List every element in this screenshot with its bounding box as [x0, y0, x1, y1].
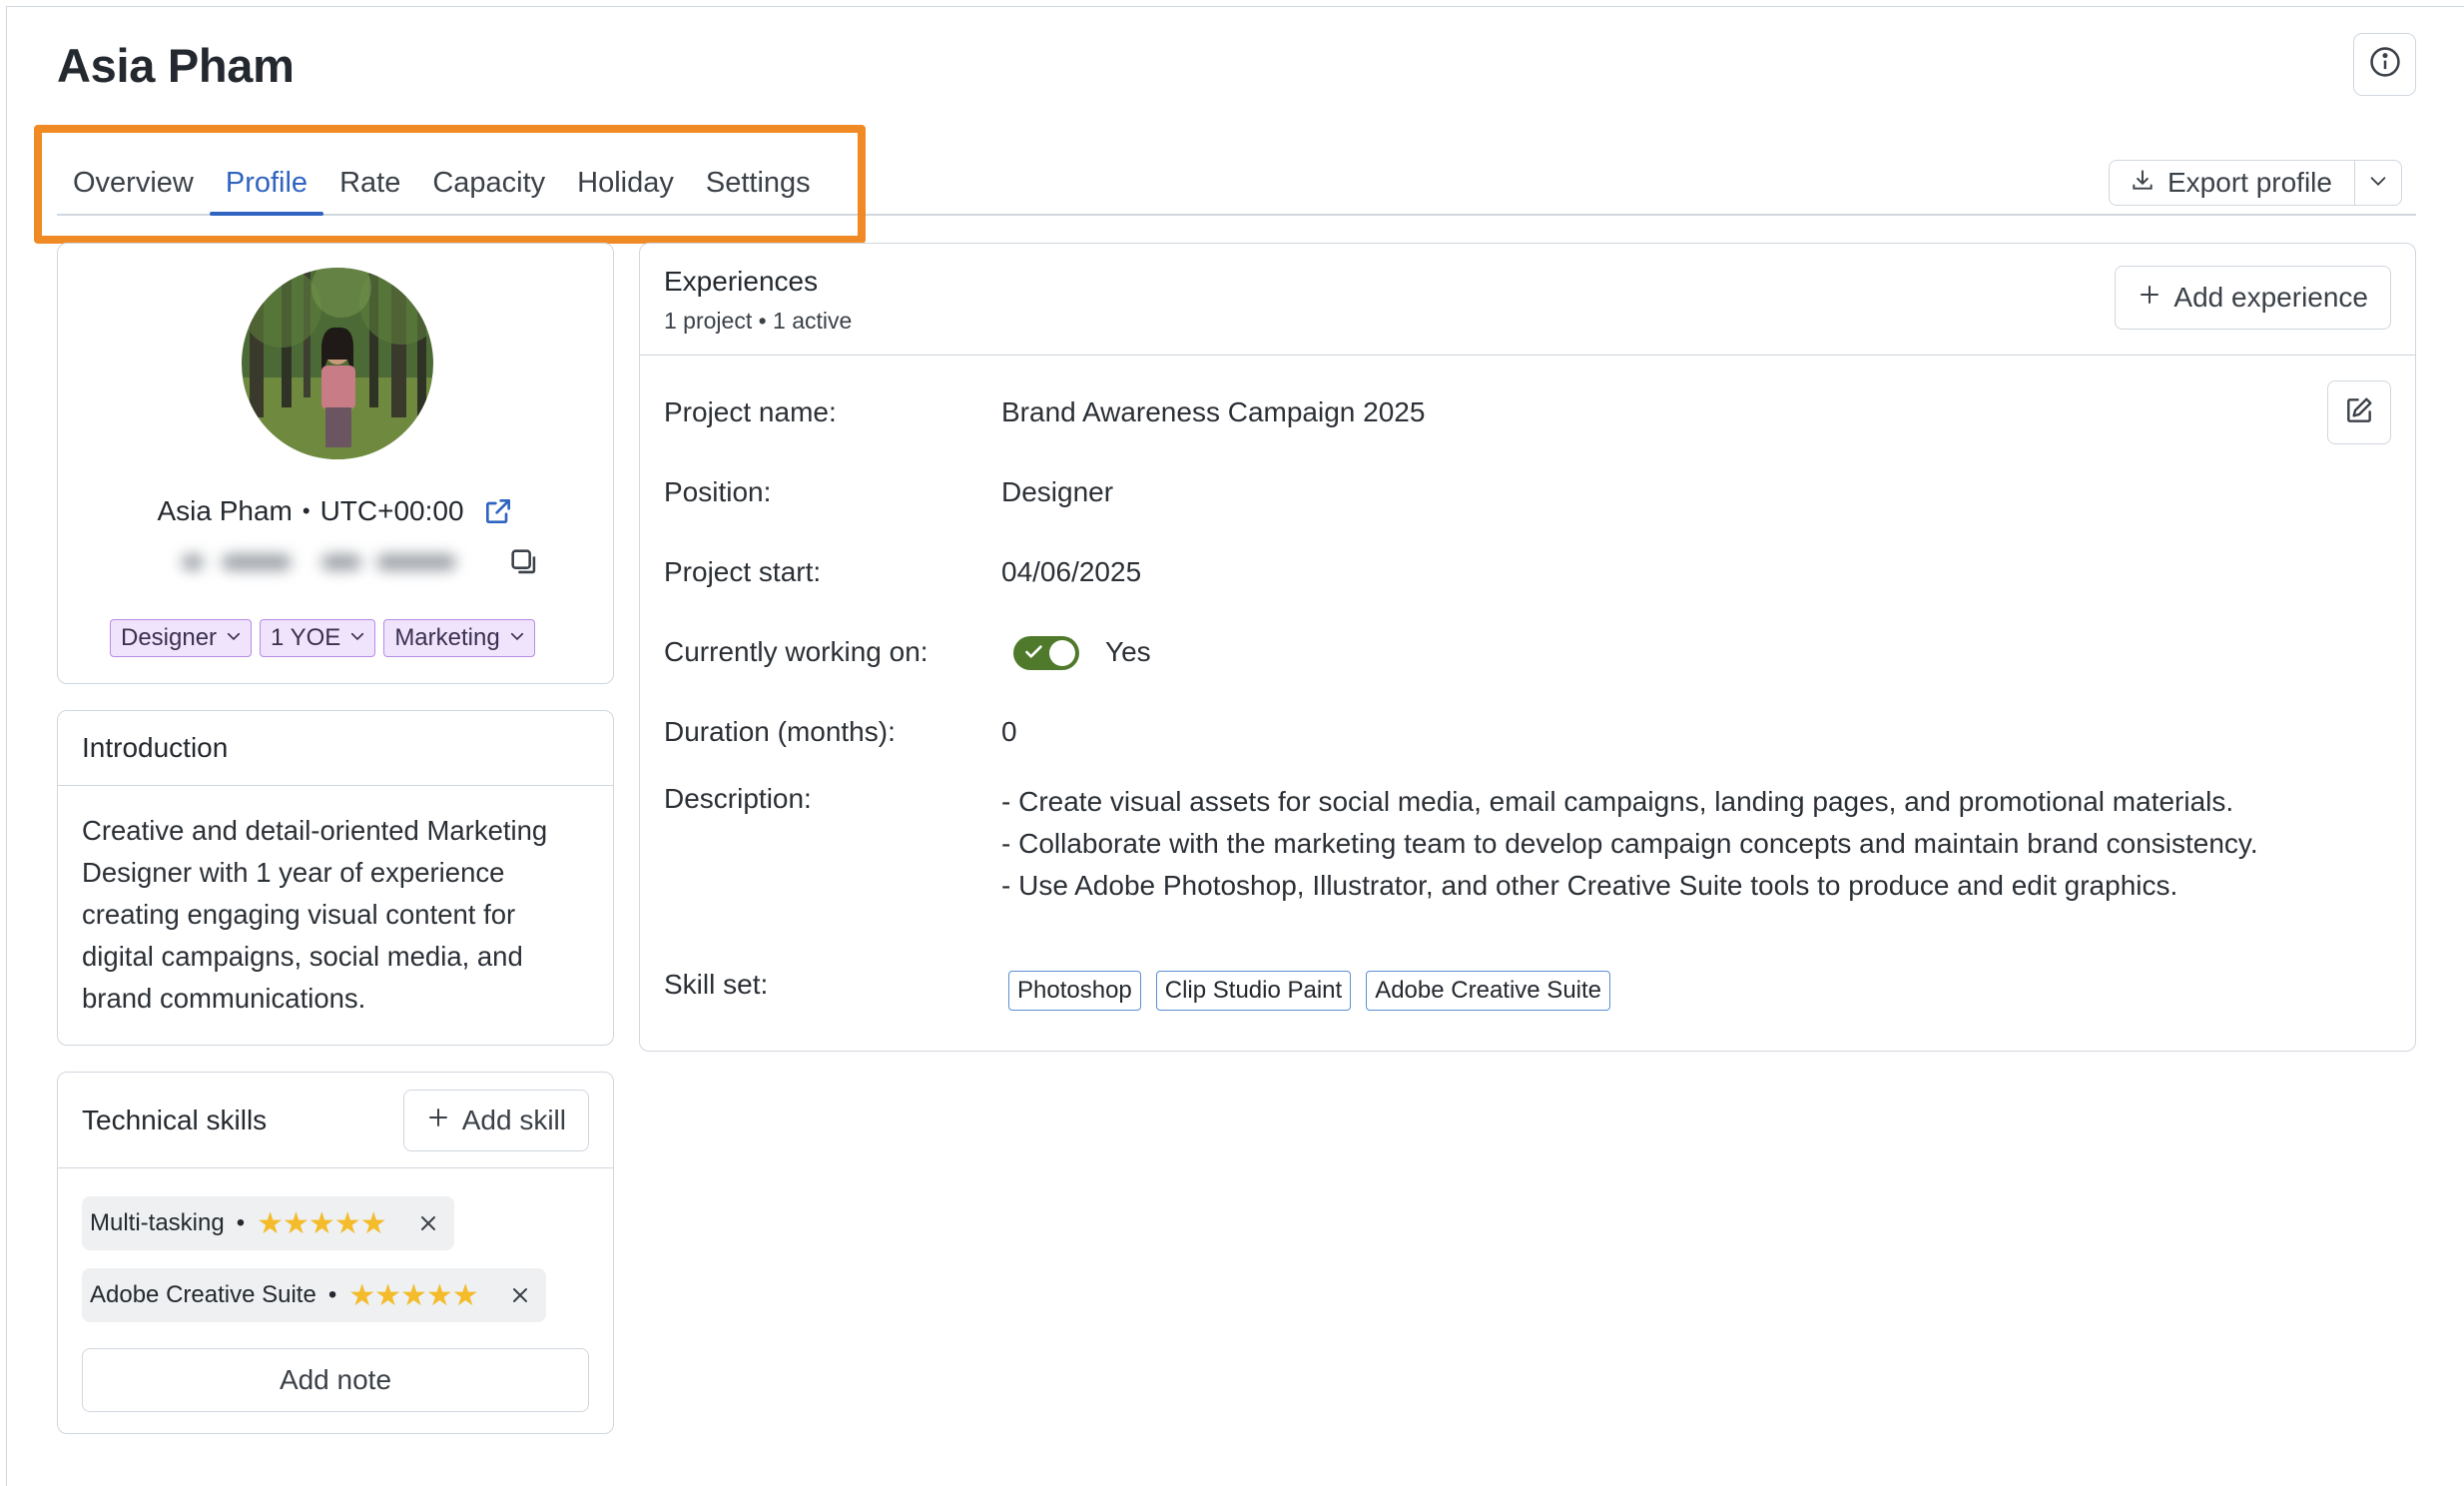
tabs-highlight-box [34, 125, 866, 244]
duration-value: 0 [1001, 716, 1017, 747]
info-button[interactable] [2353, 33, 2416, 96]
export-profile-label: Export profile [2167, 167, 2332, 198]
currently-working-label: Currently working on: [664, 636, 928, 667]
technical-skills-heading: Technical skills [82, 1104, 268, 1135]
profile-tags: Designer 1 YOE Marketing [110, 619, 535, 657]
copy-icon[interactable] [507, 545, 541, 584]
export-options-button[interactable] [2355, 161, 2401, 205]
introduction-heading: Introduction [58, 711, 613, 786]
skill-name: Multi-tasking [90, 1209, 225, 1236]
plus-icon [2138, 282, 2161, 314]
add-skill-label: Add skill [461, 1104, 566, 1135]
skill-separator: • [327, 1281, 337, 1308]
technical-skills-header: Technical skills Add skill [58, 1073, 613, 1168]
experiences-heading: Experiences [664, 266, 819, 297]
skill-set-label: Skill set: [664, 969, 769, 1000]
edit-icon [2343, 394, 2375, 431]
position-value: Designer [1001, 476, 1114, 507]
add-experience-label: Add experience [2173, 282, 2368, 313]
description-value: - Create visual assets for social media,… [1001, 781, 2379, 907]
external-link-icon[interactable] [482, 495, 514, 527]
profile-timezone: UTC+00:00 [319, 495, 464, 526]
project-start-label: Project start: [664, 556, 822, 587]
description-line: - Use Adobe Photoshop, Illustrator, and … [1001, 870, 2178, 901]
chevron-down-icon [225, 624, 243, 652]
chevron-down-icon [2367, 170, 2389, 197]
description-label: Description: [664, 783, 812, 814]
edit-experience-button[interactable] [2327, 380, 2391, 444]
check-icon [1021, 639, 1047, 670]
toggle-knob [1049, 640, 1075, 666]
export-button-group: Export profile [2109, 160, 2402, 206]
skill-separator: • [236, 1209, 246, 1236]
currently-working-value: Yes [1105, 636, 1151, 667]
close-icon[interactable] [508, 1283, 532, 1307]
chevron-down-icon [508, 624, 526, 652]
experiences-summary: 1 project • 1 active [664, 308, 853, 334]
close-icon[interactable] [416, 1211, 440, 1235]
export-profile-button[interactable]: Export profile [2110, 161, 2355, 205]
info-icon [2368, 45, 2402, 84]
avatar[interactable] [242, 268, 433, 459]
position-label: Position: [664, 476, 772, 507]
star-rating[interactable]: ★★★★★ [257, 1206, 386, 1241]
profile-name: Asia Pham [157, 495, 293, 526]
add-note-button[interactable]: Add note [82, 1348, 589, 1412]
download-icon [2130, 167, 2156, 200]
page-title: Asia Pham [57, 39, 295, 92]
skill-set-tags: Photoshop Clip Studio Paint Adobe Creati… [1008, 971, 1611, 1011]
skill-name: Adobe Creative Suite [90, 1281, 316, 1308]
add-skill-button[interactable]: Add skill [402, 1089, 589, 1151]
experience-tag-label: 1 YOE [271, 624, 341, 651]
description-line: - Collaborate with the marketing team to… [1001, 828, 2258, 859]
technical-skills-card: Technical skills Add skill Multi-tasking… [57, 1072, 614, 1434]
department-tag-label: Marketing [394, 624, 500, 651]
plus-icon [426, 1105, 450, 1136]
name-separator: • [302, 498, 310, 523]
skill-chip: Multi-tasking • ★★★★★ [82, 1196, 454, 1250]
introduction-card: Introduction Creative and detail-oriente… [57, 710, 614, 1046]
role-tag-label: Designer [121, 624, 218, 651]
experiences-card: Experiences 1 project • 1 active Add exp… [639, 243, 2416, 1052]
currently-working-toggle[interactable] [1013, 636, 1079, 670]
project-start-value: 04/06/2025 [1001, 556, 1142, 587]
profile-name-line: Asia Pham • UTC+00:00 [58, 495, 613, 527]
skill-tag: Adobe Creative Suite [1366, 971, 1611, 1011]
skill-tag: Clip Studio Paint [1155, 971, 1352, 1011]
profile-card: Asia Pham • UTC+00:00 Designer 1 YOE Mar… [57, 243, 614, 684]
skill-tag: Photoshop [1008, 971, 1141, 1011]
chevron-down-icon [348, 624, 366, 652]
experiences-header: Experiences 1 project • 1 active Add exp… [640, 244, 2415, 356]
skill-chip: Adobe Creative Suite • ★★★★★ [82, 1268, 546, 1322]
introduction-text: Creative and detail-oriented Marketing D… [82, 815, 548, 1014]
star-rating[interactable]: ★★★★★ [348, 1278, 478, 1313]
add-experience-button[interactable]: Add experience [2115, 266, 2391, 330]
project-name-label: Project name: [664, 396, 837, 427]
redacted-contact-info [142, 542, 521, 582]
department-tag-dropdown[interactable]: Marketing [383, 619, 535, 657]
project-name-value: Brand Awareness Campaign 2025 [1001, 396, 1426, 427]
experience-tag-dropdown[interactable]: 1 YOE [260, 619, 376, 657]
role-tag-dropdown[interactable]: Designer [110, 619, 253, 657]
description-line: - Create visual assets for social media,… [1001, 786, 2234, 817]
duration-label: Duration (months): [664, 716, 896, 747]
